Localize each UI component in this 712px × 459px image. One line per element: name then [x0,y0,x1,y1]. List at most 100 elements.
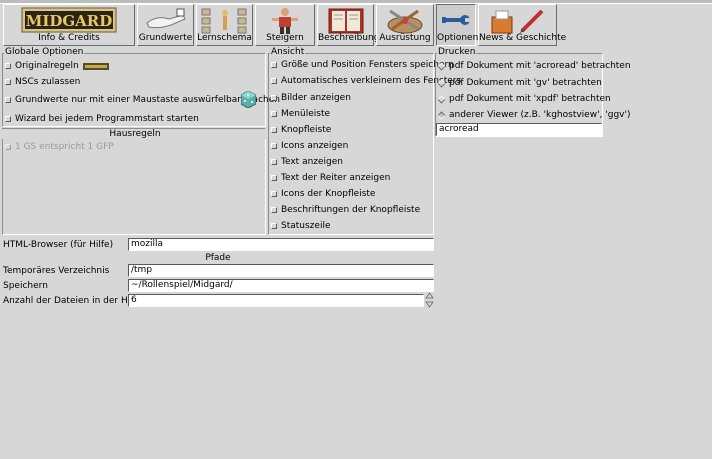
dice-hand-icon [145,8,186,29]
toolbar-steigern-button[interactable]: Steigern [255,4,315,46]
checkbox-box[interactable] [271,62,277,68]
checkbox-label: Bilder anzeigen [281,93,351,103]
paths-title: Pfade [205,253,231,263]
checkbox-label: 1 GS entspricht 1 GFP [15,142,114,152]
house-rules-title: Hausregeln [2,129,268,139]
toolbar-lernschema-button[interactable]: Lernschema [196,4,253,46]
save-dir-input[interactable]: ~/Rollenspiel/Midgard/ [128,279,434,292]
toolbar-beschreibung-button[interactable]: Beschreibung [317,4,380,46]
radio-button[interactable] [437,62,446,70]
checkbox-box[interactable] [271,223,277,229]
checkbox-menueleiste[interactable]: Menüleiste [271,109,330,119]
radio-button[interactable] [437,111,446,119]
radio-gv[interactable]: pdf Dokument mit 'gv' betrachten [437,78,602,88]
radio-label: pdf Dokument mit 'gv' betrachten [449,78,602,88]
checkbox-label: NSCs zulassen [15,77,81,87]
checkbox-icons-anzeigen[interactable]: Icons anzeigen [271,141,348,151]
checkbox-label: Größe und Position Fensters speichern [281,60,454,70]
global-options-title: Globale Optionen [4,47,85,57]
equipment-icon [387,9,423,34]
toolbar-grundwerte-label: Grundwerte [138,33,193,43]
checkbox-box[interactable] [271,191,277,197]
checkbox-box[interactable] [271,207,277,213]
radio-label: pdf Dokument mit 'xpdf' betrachten [449,94,611,104]
browser-input[interactable]: mozilla [128,238,434,251]
radio-xpdf[interactable]: pdf Dokument mit 'xpdf' betrachten [437,94,611,104]
book-icon [328,8,363,34]
checkbox-box[interactable] [271,95,277,101]
midgard-mini-logo-icon [82,62,109,70]
checkbox-label: Knopfleiste [281,125,332,135]
checkbox-box[interactable] [5,97,11,103]
browser-label: HTML-Browser (für Hilfe) [3,240,114,250]
checkbox-box[interactable] [271,143,277,149]
toolbar-ausruestung-button[interactable]: Ausrüstung [376,4,434,46]
checkbox-box[interactable] [271,127,277,133]
toolbar-info-credits-label: Info & Credits [38,33,100,43]
checkbox-box[interactable] [271,78,277,84]
checkbox-label: Originalregeln [15,61,79,71]
print-title: Drucken [437,47,477,57]
checkbox-wizard-start[interactable]: Wizard bei jedem Programmstart starten [5,114,199,124]
toolbar-grundwerte-button[interactable]: Grundwerte [137,4,194,46]
checkbox-originalregeln[interactable]: Originalregeln [5,61,109,71]
news-icon [491,9,543,34]
checkbox-label: Beschriftungen der Knopfleiste [281,205,421,215]
checkbox-box[interactable] [5,144,11,150]
toolbar-info-credits-button[interactable]: MIDGARD Info & Credits [3,4,135,46]
radio-other-viewer[interactable]: anderer Viewer (z.B. 'kghostview', 'ggv'… [437,110,631,120]
learning-scheme-icon [201,8,246,34]
checkbox-grundwerte-maustaste[interactable]: Grundwerte nur mit einer Maustaste auswü… [5,95,280,105]
checkbox-text-reiter[interactable]: Text der Reiter anzeigen [271,173,390,183]
checkbox-statuszeile[interactable]: Statuszeile [271,221,330,231]
temp-dir-input[interactable]: /tmp [128,264,434,277]
radio-label: anderer Viewer (z.B. 'kghostview', 'ggv'… [449,110,631,120]
checkbox-auto-verkleinern[interactable]: Automatisches verkleinern des Fensters [271,76,461,86]
strongman-icon [272,8,298,34]
viewer-input[interactable]: acroread [436,123,602,136]
toolbar-ausruestung-label: Ausrüstung [379,33,431,43]
checkbox-box[interactable] [5,63,11,69]
checkbox-icons-knopfleiste[interactable]: Icons der Knopfleiste [271,189,375,199]
checkbox-gs-gfp[interactable]: 1 GS entspricht 1 GFP [5,142,114,152]
checkbox-box[interactable] [271,175,277,181]
toolbar-optionen-label: Optionen [437,33,479,43]
toolbar-news-geschichte-label: News & Geschichte [479,33,567,43]
spin-arrows-icon [425,292,434,308]
checkbox-box[interactable] [5,116,11,122]
checkbox-box[interactable] [5,79,11,85]
checkbox-label: Icons anzeigen [281,141,349,151]
checkbox-nscs-zulassen[interactable]: NSCs zulassen [5,77,80,87]
toolbar-beschreibung-label: Beschreibung [318,33,380,43]
radio-button[interactable] [437,95,446,103]
checkbox-label: Icons der Knopfleiste [281,189,376,199]
checkbox-label: Text anzeigen [281,157,343,167]
wrench-icon [442,15,471,25]
toolbar-steigern-label: Steigern [266,33,304,43]
midgard-logo-icon: MIDGARD [21,7,117,33]
toolbar-optionen-button[interactable]: Optionen [436,4,479,46]
checkbox-label: Wizard bei jedem Programmstart starten [15,114,199,124]
checkbox-label: Statuszeile [281,221,331,231]
checkbox-label: Menüleiste [281,109,331,119]
temp-dir-label: Temporäres Verzeichnis [3,266,110,276]
radio-label: pdf Dokument mit 'acroread' betrachten [449,61,631,71]
checkbox-bilder-anzeigen[interactable]: Bilder anzeigen [271,93,351,103]
checkbox-knopfleiste[interactable]: Knopfleiste [271,125,331,135]
svg-text:MIDGARD: MIDGARD [26,12,113,30]
view-title: Ansicht [270,47,306,57]
checkbox-fenster-speichern[interactable]: Größe und Position Fensters speichern [271,60,454,70]
radio-button[interactable] [437,79,446,87]
checkbox-text-anzeigen[interactable]: Text anzeigen [271,157,343,167]
checkbox-box[interactable] [271,111,277,117]
radio-acroread[interactable]: pdf Dokument mit 'acroread' betrachten [437,61,631,71]
toolbar-lernschema-label: Lernschema [197,33,252,43]
checkbox-beschriftungen-knopfleiste[interactable]: Beschriftungen der Knopfleiste [271,205,420,215]
history-count-input[interactable]: 6 [128,294,424,307]
save-dir-label: Speichern [3,281,48,291]
checkbox-box[interactable] [271,159,277,165]
dice-icon [241,91,256,108]
toolbar-news-geschichte-button[interactable]: News & Geschichte [478,4,567,46]
history-count-stepper[interactable] [425,292,434,308]
checkbox-label: Text der Reiter anzeigen [281,173,391,183]
